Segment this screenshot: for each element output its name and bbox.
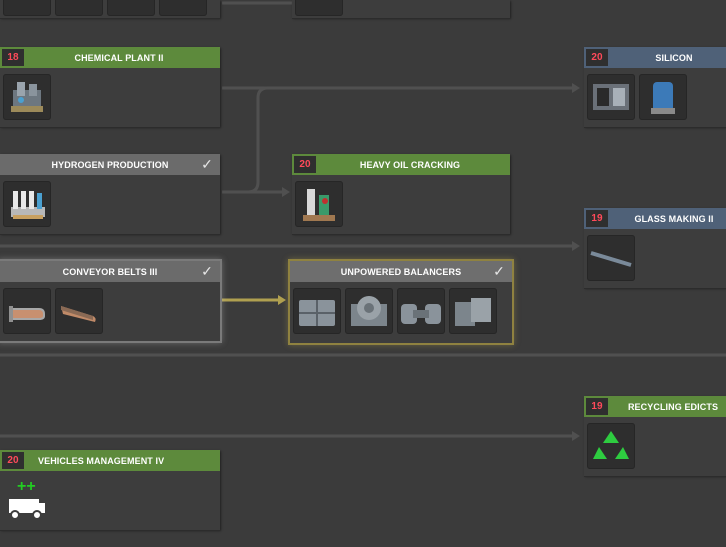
conveyor-belt-curved-icon[interactable] bbox=[55, 288, 103, 334]
arrow-balancers bbox=[278, 295, 286, 305]
node-header: CONVEYOR BELTS III ✓ bbox=[0, 261, 220, 282]
item-icon bbox=[159, 0, 207, 16]
lift-balancer-icon[interactable] bbox=[449, 288, 497, 334]
node-header: 20 SILICON bbox=[584, 47, 726, 68]
partial-node-top-left[interactable] bbox=[0, 0, 220, 18]
level-badge: 18 bbox=[2, 49, 24, 66]
recycling-icon[interactable] bbox=[587, 423, 635, 469]
arrow-heavy-oil bbox=[282, 187, 290, 197]
arrow-glass bbox=[572, 241, 580, 251]
tech-node-silicon[interactable]: 20 SILICON bbox=[584, 47, 726, 127]
node-title: RECYCLING EDICTS bbox=[627, 401, 719, 412]
node-title: SILICON bbox=[655, 52, 693, 63]
node-header: 19 GLASS MAKING II bbox=[584, 208, 726, 229]
arrow-silicon bbox=[572, 83, 580, 93]
item-icon bbox=[295, 0, 343, 16]
item-icon bbox=[3, 0, 51, 16]
vehicle-upgrade-icon[interactable]: ++ bbox=[3, 477, 51, 523]
silicon-tank-icon[interactable] bbox=[639, 74, 687, 120]
cracking-tower-icon[interactable] bbox=[295, 181, 343, 227]
round-balancer-icon[interactable] bbox=[345, 288, 393, 334]
node-title: CHEMICAL PLANT II bbox=[74, 52, 164, 63]
level-badge: 20 bbox=[586, 49, 608, 66]
silicon-reactor-icon[interactable] bbox=[587, 74, 635, 120]
node-title: VEHICLES MANAGEMENT IV bbox=[38, 455, 165, 466]
balancer-icon[interactable] bbox=[293, 288, 341, 334]
connector-balancer-icon[interactable] bbox=[397, 288, 445, 334]
tech-node-conveyor-belts-iii[interactable]: CONVEYOR BELTS III ✓ bbox=[0, 261, 220, 341]
electrolyzer-icon[interactable] bbox=[3, 181, 51, 227]
node-header: 20 HEAVY OIL CRACKING bbox=[292, 154, 510, 175]
level-badge: 19 bbox=[586, 398, 608, 415]
conveyor-belt-icon[interactable] bbox=[3, 288, 51, 334]
node-title: CONVEYOR BELTS III bbox=[62, 266, 158, 277]
item-icon bbox=[107, 0, 155, 16]
link-chemical-plant-to-heavy-oil bbox=[247, 86, 269, 194]
node-header: UNPOWERED BALANCERS ✓ bbox=[290, 261, 512, 282]
node-header: 20 VEHICLES MANAGEMENT IV bbox=[0, 450, 220, 471]
tech-node-unpowered-balancers[interactable]: UNPOWERED BALANCERS ✓ bbox=[290, 261, 512, 343]
level-badge: 19 bbox=[586, 210, 608, 227]
node-header: HYDROGEN PRODUCTION ✓ bbox=[0, 154, 220, 175]
tech-node-recycling-edicts[interactable]: 19 RECYCLING EDICTS bbox=[584, 396, 726, 476]
node-title: HYDROGEN PRODUCTION bbox=[51, 159, 169, 170]
tech-node-heavy-oil-cracking[interactable]: 20 HEAVY OIL CRACKING bbox=[292, 154, 510, 234]
svg-text:++: ++ bbox=[17, 478, 36, 495]
chemical-plant-icon[interactable] bbox=[3, 74, 51, 120]
node-title: UNPOWERED BALANCERS bbox=[340, 266, 462, 277]
arrow-recycling bbox=[572, 431, 580, 441]
researched-check-icon: ✓ bbox=[201, 263, 213, 279]
tech-node-hydrogen-production[interactable]: HYDROGEN PRODUCTION ✓ bbox=[0, 154, 220, 234]
glass-pipe-icon[interactable] bbox=[587, 235, 635, 281]
level-badge: 20 bbox=[294, 156, 316, 173]
researched-check-icon: ✓ bbox=[201, 156, 213, 172]
researched-check-icon: ✓ bbox=[493, 263, 505, 279]
node-header: 19 RECYCLING EDICTS bbox=[584, 396, 726, 417]
node-title: GLASS MAKING II bbox=[634, 213, 714, 224]
tech-node-glass-making-ii[interactable]: 19 GLASS MAKING II bbox=[584, 208, 726, 288]
tech-node-chemical-plant-ii[interactable]: 18 CHEMICAL PLANT II bbox=[0, 47, 220, 127]
level-badge: 20 bbox=[2, 452, 24, 469]
tech-node-vehicles-management-iv[interactable]: 20 VEHICLES MANAGEMENT IV ++ bbox=[0, 450, 220, 530]
node-title: HEAVY OIL CRACKING bbox=[359, 159, 461, 170]
partial-node-top-middle[interactable] bbox=[292, 0, 510, 18]
node-header: 18 CHEMICAL PLANT II bbox=[0, 47, 220, 68]
item-icon bbox=[55, 0, 103, 16]
